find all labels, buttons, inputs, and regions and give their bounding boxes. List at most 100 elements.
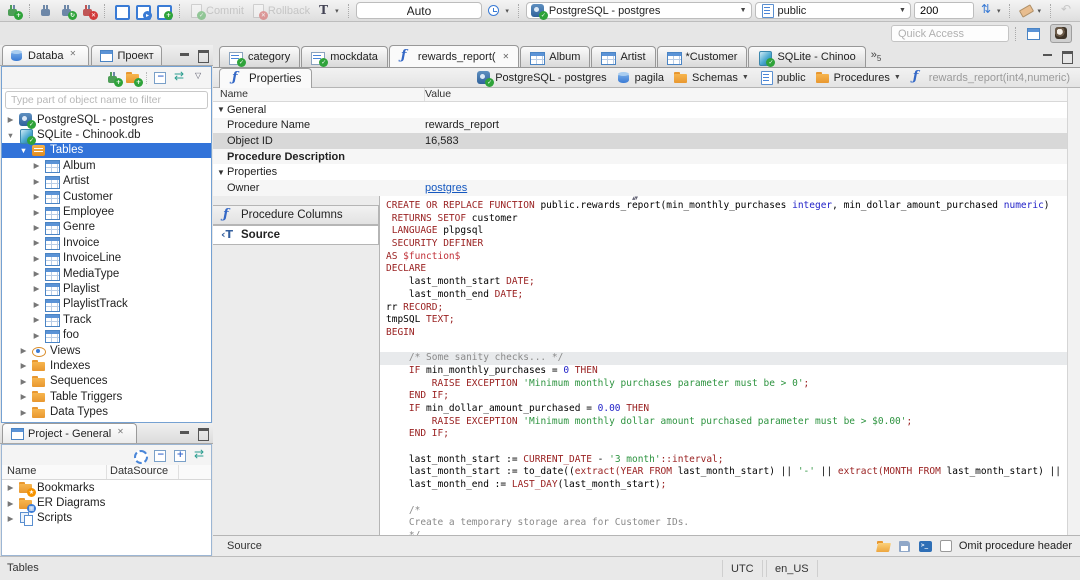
tab-databa[interactable]: Databa (2, 45, 90, 65)
side-tab-source[interactable]: Source (213, 225, 379, 245)
editor-tab-category[interactable]: ✓ category (219, 46, 301, 67)
code-scrollbar[interactable] (1067, 196, 1080, 535)
tree-item-genre[interactable]: ▶ Genre (2, 220, 211, 235)
property-row-procedure-description[interactable]: Procedure Description (213, 148, 1067, 165)
tree-item-tables[interactable]: ▼ Tables (2, 142, 211, 159)
transaction-log-button[interactable]: ▾ (315, 3, 341, 18)
tree-item-customer[interactable]: ▶ Customer (2, 189, 211, 205)
owner-link[interactable]: postgres (425, 182, 467, 194)
close-icon[interactable] (115, 427, 129, 440)
twistie-icon[interactable]: ▶ (19, 377, 28, 386)
editor-tab-rewards-report[interactable]: rewards_report(✕ (388, 45, 520, 67)
commit-mode-combo[interactable]: Auto (355, 2, 483, 19)
quick-access-input[interactable] (891, 25, 1009, 42)
maximize-icon[interactable] (196, 49, 210, 63)
grid-scrollbar[interactable] (1067, 88, 1080, 196)
save-icon[interactable] (898, 540, 912, 553)
tree-item-invoice[interactable]: ▶ Invoice (2, 235, 211, 251)
timezone-indicator[interactable]: UTC (722, 560, 763, 577)
column-datasource[interactable]: DataSource (107, 465, 179, 479)
editor-tab-sqlite-chinoo[interactable]: ✓ SQLite - Chinoo (748, 46, 866, 67)
twistie-icon[interactable]: ▼ (6, 131, 15, 140)
maximize-icon[interactable] (196, 427, 210, 441)
breadcrumb-procedures[interactable]: Procedures ▼ (815, 71, 901, 84)
twistie-icon[interactable]: ▶ (32, 208, 41, 217)
link-with-editor-icon[interactable] (193, 447, 207, 462)
tree-item-sqlite-chinook-db[interactable]: ▼ ✓ SQLite - Chinook.db (2, 127, 211, 145)
twistie-icon[interactable]: ▶ (6, 115, 15, 124)
close-icon[interactable] (67, 49, 81, 62)
editor-tab-album[interactable]: Album (520, 46, 591, 67)
dropdown-caret-icon[interactable]: ▼ (742, 74, 749, 81)
tree-item-table-triggers[interactable]: ▶ Table Triggers (2, 389, 211, 404)
twistie-icon[interactable]: ▶ (32, 254, 41, 263)
settings-icon[interactable] (133, 449, 148, 464)
tree-item-artist[interactable]: ▶ Artist (2, 174, 211, 189)
twistie-icon[interactable]: ▶ (32, 269, 41, 278)
tree-item-employee[interactable]: ▶ Employee (2, 204, 211, 220)
property-row-general[interactable]: ▼ General (213, 102, 1067, 118)
tree-item-playlisttrack[interactable]: ▶ PlaylistTrack (2, 297, 211, 312)
sync-with-data-button[interactable]: ▾ (977, 2, 1003, 18)
new-connection-icon[interactable]: + (106, 71, 123, 87)
sql-source[interactable]: CREATE OR REPLACE FUNCTION public.reward… (380, 200, 1067, 535)
column-name[interactable]: Name (2, 465, 107, 479)
collapse-all-icon[interactable] (153, 71, 167, 84)
twistie-icon[interactable]: ▶ (32, 331, 41, 340)
twistie-icon[interactable]: ▶ (32, 192, 41, 201)
tab-проект[interactable]: Проект (91, 45, 162, 65)
new-sql-editor-button[interactable]: + (154, 3, 173, 20)
minimize-icon[interactable] (178, 49, 192, 62)
view-menu-icon[interactable] (193, 71, 207, 84)
tree-item-invoiceline[interactable]: ▶ InvoiceLine (2, 251, 211, 266)
disconnect-button[interactable]: ✕ (79, 3, 98, 20)
twistie-icon[interactable]: ▶ (19, 392, 28, 401)
close-icon[interactable]: ✕ (503, 52, 510, 61)
link-with-editor-icon[interactable] (173, 69, 187, 84)
project-item-bookmarks[interactable]: ▶ ★ Bookmarks (2, 480, 211, 498)
editor-tab-customer[interactable]: *Customer (656, 46, 748, 67)
twistie-icon[interactable]: ▶ (32, 238, 41, 247)
property-row-object-id[interactable]: Object ID 16,583 (213, 133, 1067, 149)
twistie-icon[interactable]: ▶ (32, 300, 41, 309)
new-connection-button[interactable]: + (4, 3, 23, 20)
project-item-scripts[interactable]: ▶ Scripts (2, 511, 211, 526)
active-schema-combo[interactable]: public ▼ (754, 2, 911, 19)
commit-button[interactable]: ✓ Commit (187, 3, 246, 20)
breadcrumb-postgresql-postgres[interactable]: ✓ PostgreSQL - postgres (477, 71, 607, 87)
dbeaver-perspective-button[interactable] (1050, 24, 1072, 43)
active-connection-combo[interactable]: ✓ PostgreSQL - postgres ▼ (525, 2, 752, 20)
project-item-er-diagrams[interactable]: ▶ ▦ ER Diagrams (2, 495, 211, 513)
grid-column-value[interactable]: Value (425, 88, 451, 101)
open-in-console-icon[interactable] (918, 540, 933, 553)
tab-properties[interactable]: Properties (219, 68, 313, 88)
transactions-button[interactable]: ▾ (485, 3, 511, 18)
property-row-properties[interactable]: ▼ Properties (213, 164, 1067, 180)
twistie-icon[interactable]: ▼ (19, 146, 28, 155)
tree-item-sequences[interactable]: ▶ Sequences (2, 374, 211, 389)
fetch-size-input[interactable] (913, 2, 974, 19)
open-perspective-button[interactable] (1022, 24, 1044, 43)
twistie-icon[interactable]: ▶ (32, 161, 41, 170)
twistie-icon[interactable]: ▶ (32, 177, 41, 186)
breadcrumb-rewards-report-int4-numeric[interactable]: rewards_report(int4,numeric) (911, 69, 1070, 84)
sql-editor-button[interactable] (112, 3, 130, 20)
tree-item-album[interactable]: ▶ Album (2, 158, 211, 174)
recent-sql-editor-button[interactable]: ▸ (133, 3, 152, 20)
twistie-icon[interactable]: ▶ (32, 284, 41, 293)
open-file-icon[interactable] (876, 540, 891, 553)
twistie-icon[interactable]: ▶ (6, 483, 15, 492)
twistie-icon[interactable]: ▶ (19, 408, 28, 417)
side-tab-procedure-columns[interactable]: Procedure Columns (213, 205, 379, 225)
twistie-icon[interactable]: ▶ (6, 499, 15, 508)
tree-item-track[interactable]: ▶ Track (2, 312, 211, 328)
minimize-icon[interactable] (178, 427, 192, 440)
maximize-icon[interactable] (1060, 50, 1074, 64)
group-caret-icon[interactable]: ▼ (217, 168, 227, 177)
tree-item-playlist[interactable]: ▶ Playlist (2, 281, 211, 297)
breadcrumb-pagila[interactable]: pagila (617, 71, 664, 84)
breadcrumb-public[interactable]: public (759, 71, 806, 85)
tree-item-views[interactable]: ▶ Views (2, 343, 211, 358)
tree-item-foo[interactable]: ▶ foo (2, 327, 211, 343)
expand-all-icon[interactable] (173, 449, 187, 462)
